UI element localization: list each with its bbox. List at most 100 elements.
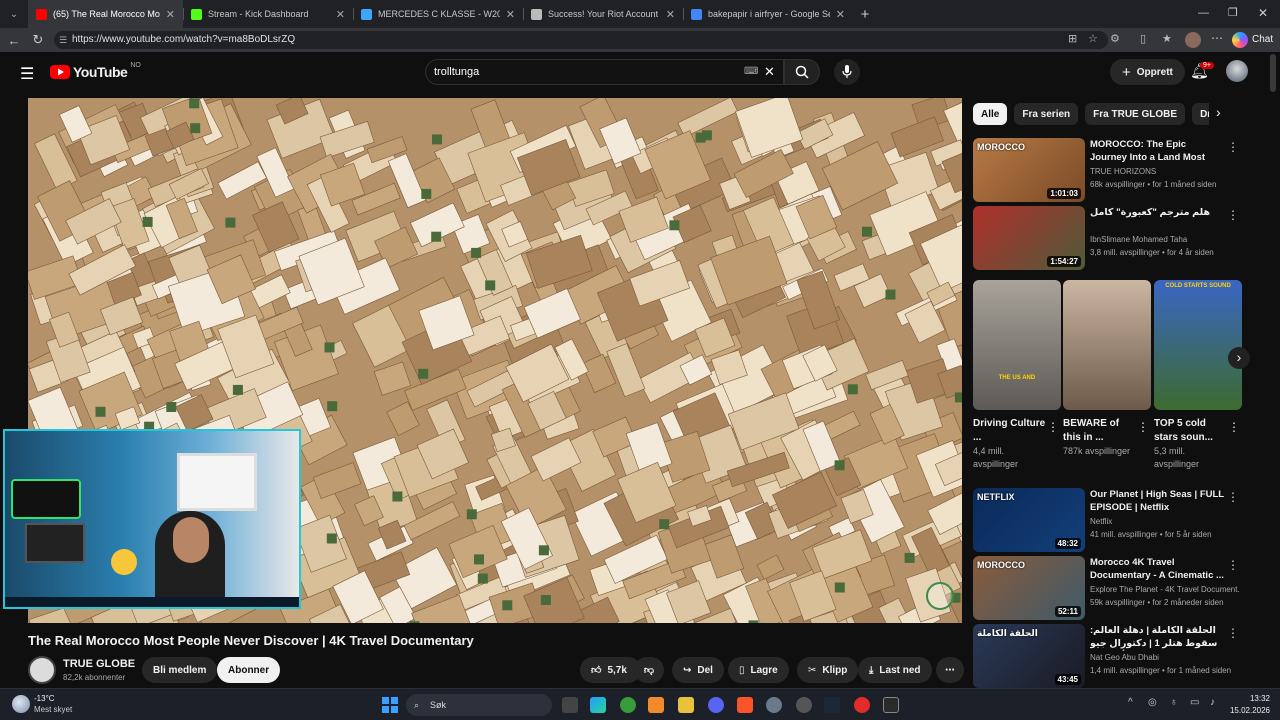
edge-icon[interactable]	[590, 697, 606, 713]
tray-app-icon[interactable]: ◎	[1148, 697, 1157, 708]
settings-gear-icon[interactable]	[766, 697, 782, 713]
more-vertical-icon[interactable]: ⋮	[1227, 208, 1239, 222]
weather-icon[interactable]	[12, 695, 30, 713]
menu-icon[interactable]: ☰	[20, 64, 34, 84]
more-vertical-icon[interactable]: ⋮	[1227, 140, 1239, 154]
video-thumbnail[interactable]: 1:54:27	[973, 206, 1085, 270]
back-icon[interactable]: ←	[2, 33, 26, 48]
shorts-thumbnail[interactable]: THE US AND	[973, 280, 1061, 410]
filter-chip[interactable]: Fra serien	[1014, 103, 1079, 125]
join-button[interactable]: Bli medlem	[142, 657, 218, 683]
search-input[interactable]: trolltunga ⌨ ✕	[425, 59, 784, 85]
shorts-item[interactable]: THE US AND Driving Culture ... 4,4 mill. a…	[973, 280, 1061, 471]
file-explorer-icon[interactable]	[678, 697, 694, 713]
reload-icon[interactable]: ↻	[26, 32, 50, 48]
brave-icon[interactable]	[737, 697, 753, 713]
channel-avatar[interactable]	[28, 656, 56, 684]
video-thumbnail[interactable]: الحلقة الكاملة 43:45	[973, 624, 1085, 688]
shorts-thumbnail[interactable]: COLD STARTS SOUND	[1154, 280, 1242, 410]
minimize-icon[interactable]: —	[1198, 7, 1209, 19]
new-tab-button[interactable]: +	[853, 6, 877, 23]
more-vertical-icon[interactable]: ⋮	[1137, 420, 1149, 434]
clock-date[interactable]: 15.02.2026	[1220, 706, 1270, 715]
copilot-icon[interactable]	[1232, 32, 1248, 48]
video-thumbnail[interactable]: NETFLIX 48:32	[973, 488, 1085, 552]
channel-name[interactable]: TRUE GLOBE	[63, 658, 135, 670]
clear-search-icon[interactable]: ✕	[764, 60, 775, 84]
search-button[interactable]	[784, 59, 820, 85]
dislike-button[interactable]: 👎︎	[634, 657, 664, 683]
app2-icon[interactable]	[796, 697, 812, 713]
share-button[interactable]: ↪ Del	[672, 657, 724, 683]
tray-chevron-icon[interactable]: ^	[1128, 697, 1133, 708]
network-icon[interactable]: ▭	[1190, 697, 1199, 708]
scrollbar[interactable]	[1270, 54, 1276, 92]
browser-tab[interactable]: (65) The Real Morocco Most P ✕	[28, 0, 183, 28]
more-vertical-icon[interactable]: ⋮	[1228, 420, 1240, 434]
chat-label[interactable]: Chat	[1252, 34, 1273, 45]
more-vertical-icon[interactable]: ⋮	[1047, 420, 1059, 434]
more-vertical-icon[interactable]: ⋮	[1227, 490, 1239, 504]
tab-list-chevron-icon[interactable]: ⌄	[0, 9, 28, 20]
address-bar[interactable]: ☰ https://www.youtube.com/watch?v=ma8BoDL…	[54, 31, 1108, 49]
discord-icon[interactable]	[708, 697, 724, 713]
site-info-icon[interactable]: ☰	[59, 31, 67, 49]
related-video-item[interactable]: الحلقة الكاملة 43:45 الحلقة الكاملة | دهلة…	[973, 624, 1239, 688]
save-button[interactable]: ▯ Lagre	[728, 657, 789, 683]
related-video-item[interactable]: MOROCCO 1:01:03 MOROCCO: The Epic Journey …	[973, 138, 1239, 202]
browser-tab[interactable]: Success! Your Riot Account is now ✕	[523, 0, 683, 28]
shorts-item[interactable]: COLD STARTS SOUND TOP 5 cold stars soun..…	[1154, 280, 1242, 471]
favorites-icon[interactable]: ★	[1162, 32, 1172, 45]
keyboard-icon[interactable]: ⌨	[744, 60, 758, 84]
epic-games-icon[interactable]	[883, 697, 899, 713]
chips-next-icon[interactable]: ›	[1216, 104, 1221, 120]
subscribe-button[interactable]: Abonner	[217, 657, 281, 683]
related-video-item[interactable]: NETFLIX 48:32 Our Planet | High Seas | FUL…	[973, 488, 1239, 552]
related-video-item[interactable]: 1:54:27 هلم مترجم "كعبورة" كامل IbnSlimane…	[973, 206, 1239, 270]
split-screen-icon[interactable]: ▯	[1140, 32, 1146, 45]
riot-icon[interactable]	[854, 697, 870, 713]
filter-chip[interactable]: Fra TRUE GLOBE	[1085, 103, 1186, 125]
restore-icon[interactable]: ❐	[1228, 6, 1238, 19]
filter-chip[interactable]: Alle	[973, 103, 1008, 125]
browser-tab[interactable]: Stream - Kick Dashboard ✕	[183, 0, 353, 28]
video-thumbnail[interactable]: MOROCCO 1:01:03	[973, 138, 1085, 202]
tab-close-icon[interactable]: ✕	[336, 8, 345, 21]
extensions-icon[interactable]: ⚙	[1110, 32, 1120, 45]
shorts-next-icon[interactable]: ›	[1228, 347, 1250, 369]
favorite-star-icon[interactable]: ☆	[1088, 32, 1098, 45]
voice-search-button[interactable]	[834, 59, 860, 85]
more-menu-icon[interactable]: ⋯	[1211, 31, 1223, 45]
tab-close-icon[interactable]: ✕	[166, 8, 175, 21]
windows-start-icon[interactable]	[382, 697, 398, 713]
more-actions-button[interactable]: ⋯	[936, 657, 964, 683]
shorts-item[interactable]: BEWARE of this in ... 787k avspillinger ⋮	[1063, 280, 1151, 458]
task-view-icon[interactable]	[562, 697, 578, 713]
tab-close-icon[interactable]: ✕	[836, 8, 845, 21]
more-vertical-icon[interactable]: ⋮	[1227, 626, 1239, 640]
shorts-thumbnail[interactable]	[1063, 280, 1151, 410]
tab-close-icon[interactable]: ✕	[506, 8, 515, 21]
profile-avatar[interactable]	[1185, 32, 1201, 48]
browser-tab[interactable]: MERCEDES C KLASSE - W204 - Al ✕	[353, 0, 523, 28]
volume-icon[interactable]: ♪	[1210, 697, 1215, 708]
filter-chip[interactable]: Dra til M	[1192, 103, 1209, 125]
video-thumbnail[interactable]: MOROCCO 52:11	[973, 556, 1085, 620]
channel-watermark-icon[interactable]	[926, 582, 954, 610]
youtube-logo[interactable]: YouTube NO	[50, 62, 141, 80]
account-avatar[interactable]	[1226, 60, 1248, 82]
taskbar-search[interactable]: ⌕ Søk	[406, 694, 552, 716]
tab-close-icon[interactable]: ✕	[666, 8, 675, 21]
steam-icon[interactable]	[824, 697, 840, 713]
create-button[interactable]: + Opprett	[1110, 59, 1185, 85]
browser-tab[interactable]: bakepapir i airfryer - Google Searc ✕	[683, 0, 853, 28]
clip-button[interactable]: ✂ Klipp	[797, 657, 859, 683]
related-video-item[interactable]: MOROCCO 52:11 Morocco 4K Travel Documentar…	[973, 556, 1240, 620]
app-install-icon[interactable]: ⊞	[1068, 32, 1077, 45]
download-button[interactable]: ⤓ Last ned	[858, 657, 932, 683]
clock-time[interactable]: 13:32	[1228, 694, 1270, 703]
close-window-icon[interactable]: ✕	[1258, 6, 1268, 20]
more-vertical-icon[interactable]: ⋮	[1227, 558, 1239, 572]
app-icon[interactable]	[648, 697, 664, 713]
xbox-icon[interactable]	[620, 697, 636, 713]
